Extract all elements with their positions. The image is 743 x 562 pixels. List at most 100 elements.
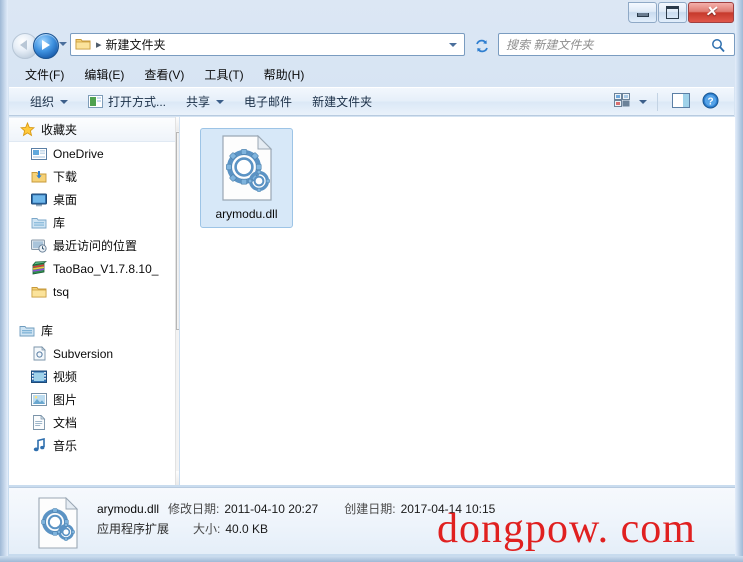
organize-button[interactable]: 组织	[21, 90, 77, 114]
share-label: 共享	[186, 95, 211, 109]
details-created-label: 创建日期:	[344, 502, 396, 516]
details-modified-label: 修改日期:	[168, 502, 220, 516]
sidebar-label-music: 音乐	[53, 439, 78, 453]
help-icon: ?	[702, 92, 719, 112]
scroll-up-button[interactable]	[176, 117, 179, 131]
menu-bar: 文件(F) 编辑(E) 查看(V) 工具(T) 帮助(H)	[9, 62, 734, 86]
window-frame-right	[735, 0, 743, 562]
command-toolbar: 组织 打开方式... 共享 电子邮件 新建文件夹 ?	[9, 87, 734, 116]
forward-button[interactable]	[33, 33, 59, 59]
menu-help[interactable]: 帮助(H)	[254, 63, 315, 86]
subversion-icon	[31, 346, 47, 362]
sidebar-item-recent-places[interactable]: 最近访问的位置	[9, 234, 175, 257]
new-folder-label: 新建文件夹	[312, 95, 373, 109]
chevron-down-icon	[639, 99, 647, 104]
email-button[interactable]: 电子邮件	[235, 90, 301, 114]
window-frame-left	[0, 0, 8, 562]
toolbar-separator	[657, 92, 658, 111]
sidebar-label-desktop: 桌面	[53, 193, 78, 207]
search-input[interactable]: 搜索 新建文件夹	[506, 36, 593, 53]
chevron-down-icon[interactable]	[449, 43, 457, 47]
dll-icon	[220, 134, 274, 204]
arrow-up-icon	[178, 121, 179, 127]
minimize-icon	[629, 3, 656, 22]
maximize-icon	[659, 3, 686, 22]
sidebar-item-library-fav[interactable]: 库	[9, 211, 175, 234]
menu-file[interactable]: 文件(F)	[15, 63, 74, 86]
folder-icon	[75, 36, 91, 54]
details-filename: arymodu.dll	[97, 502, 160, 516]
library-icon	[31, 215, 47, 231]
sidebar-item-downloads[interactable]: 下载	[9, 165, 175, 188]
sidebar-item-pictures[interactable]: 图片	[9, 388, 175, 411]
details-dll-icon	[37, 496, 79, 552]
organize-label: 组织	[30, 95, 55, 109]
menu-edit[interactable]: 编辑(E)	[74, 63, 134, 86]
history-dropdown-icon[interactable]	[59, 42, 67, 46]
navigation-pane[interactable]: 收藏夹 OneDrive 下载 桌面 库 最近访问的位置 TaoBao_V1.7…	[9, 117, 179, 485]
navigation-list: 收藏夹 OneDrive 下载 桌面 库 最近访问的位置 TaoBao_V1.7…	[9, 117, 175, 457]
sidebar-item-favorites[interactable]: 收藏夹	[9, 117, 175, 142]
address-bar[interactable]: ▸ 新建文件夹	[70, 33, 465, 56]
scroll-down-button[interactable]	[176, 471, 179, 485]
sidebar-label-downloads: 下载	[53, 170, 78, 184]
search-icon[interactable]	[711, 38, 726, 56]
star-icon	[19, 122, 35, 138]
address-bar-row: ▸ 新建文件夹 搜索 新建文件夹	[8, 31, 735, 59]
sidebar-label-videos: 视频	[53, 370, 78, 384]
toolbar-right-group: ?	[599, 90, 734, 114]
open-with-button[interactable]: 打开方式...	[79, 90, 175, 114]
new-folder-button[interactable]: 新建文件夹	[303, 90, 381, 114]
details-size-label: 大小:	[193, 522, 221, 536]
navigation-scrollbar[interactable]	[175, 117, 179, 485]
window-controls: ✕	[627, 2, 734, 24]
scrollbar-thumb[interactable]	[176, 132, 179, 330]
sidebar-item-onedrive[interactable]: OneDrive	[9, 142, 175, 165]
refresh-button[interactable]	[470, 33, 494, 58]
sidebar-item-subversion[interactable]: Subversion	[9, 342, 175, 365]
sidebar-item-music[interactable]: 音乐	[9, 434, 175, 457]
help-button[interactable]: ?	[697, 90, 724, 114]
refresh-icon	[476, 39, 488, 52]
sidebar-item-tsq[interactable]: tsq	[9, 280, 175, 303]
sidebar-label-favorites: 收藏夹	[41, 123, 78, 137]
sidebar-label-libraries: 库	[41, 324, 54, 338]
sidebar-label-subversion: Subversion	[53, 346, 114, 361]
sidebar-item-desktop[interactable]: 桌面	[9, 188, 175, 211]
arrow-left-icon	[20, 40, 27, 50]
share-button[interactable]: 共享	[177, 90, 233, 114]
sidebar-label-pictures: 图片	[53, 393, 78, 407]
file-item-arymodu-dll[interactable]: arymodu.dll	[200, 128, 293, 228]
arrow-down-icon	[178, 475, 179, 481]
breadcrumb-current-folder[interactable]: 新建文件夹	[106, 36, 166, 53]
videos-icon	[31, 369, 47, 385]
close-icon: ✕	[705, 4, 717, 20]
view-options-button[interactable]	[611, 90, 650, 114]
menu-view[interactable]: 查看(V)	[134, 63, 194, 86]
file-list-pane[interactable]: arymodu.dll	[180, 117, 735, 485]
file-item-label: arymodu.dll	[215, 207, 278, 221]
minimize-button[interactable]	[628, 2, 657, 23]
maximize-button[interactable]	[658, 2, 687, 23]
explorer-window: ✕ ▸ 新建文件夹 搜索 新建文件夹 文件(F) 编辑(E) 查看(V) 工具(…	[0, 0, 743, 562]
sidebar-item-taobao[interactable]: TaoBao_V1.7.8.10_	[9, 257, 175, 280]
sidebar-item-videos[interactable]: 视频	[9, 365, 175, 388]
menu-tools[interactable]: 工具(T)	[194, 63, 253, 86]
downloads-icon	[31, 169, 47, 185]
details-filetype: 应用程序扩展	[97, 522, 170, 536]
close-button[interactable]: ✕	[688, 2, 734, 23]
chevron-down-icon	[60, 99, 69, 104]
sidebar-label-recent-places: 最近访问的位置	[53, 239, 138, 253]
sidebar-label-library-fav: 库	[53, 216, 66, 230]
search-box[interactable]: 搜索 新建文件夹	[498, 33, 735, 56]
sidebar-item-documents[interactable]: 文档	[9, 411, 175, 434]
sidebar-item-libraries[interactable]: 库	[9, 319, 175, 342]
sidebar-label-tsq: tsq	[53, 284, 70, 299]
breadcrumb-separator: ▸	[96, 39, 102, 51]
window-frame-bottom	[0, 556, 743, 562]
details-modified-value: 2011-04-10 20:27	[224, 502, 319, 516]
preview-pane-button[interactable]	[667, 90, 695, 114]
details-size-value: 40.0 KB	[225, 522, 269, 536]
music-icon	[31, 438, 47, 454]
